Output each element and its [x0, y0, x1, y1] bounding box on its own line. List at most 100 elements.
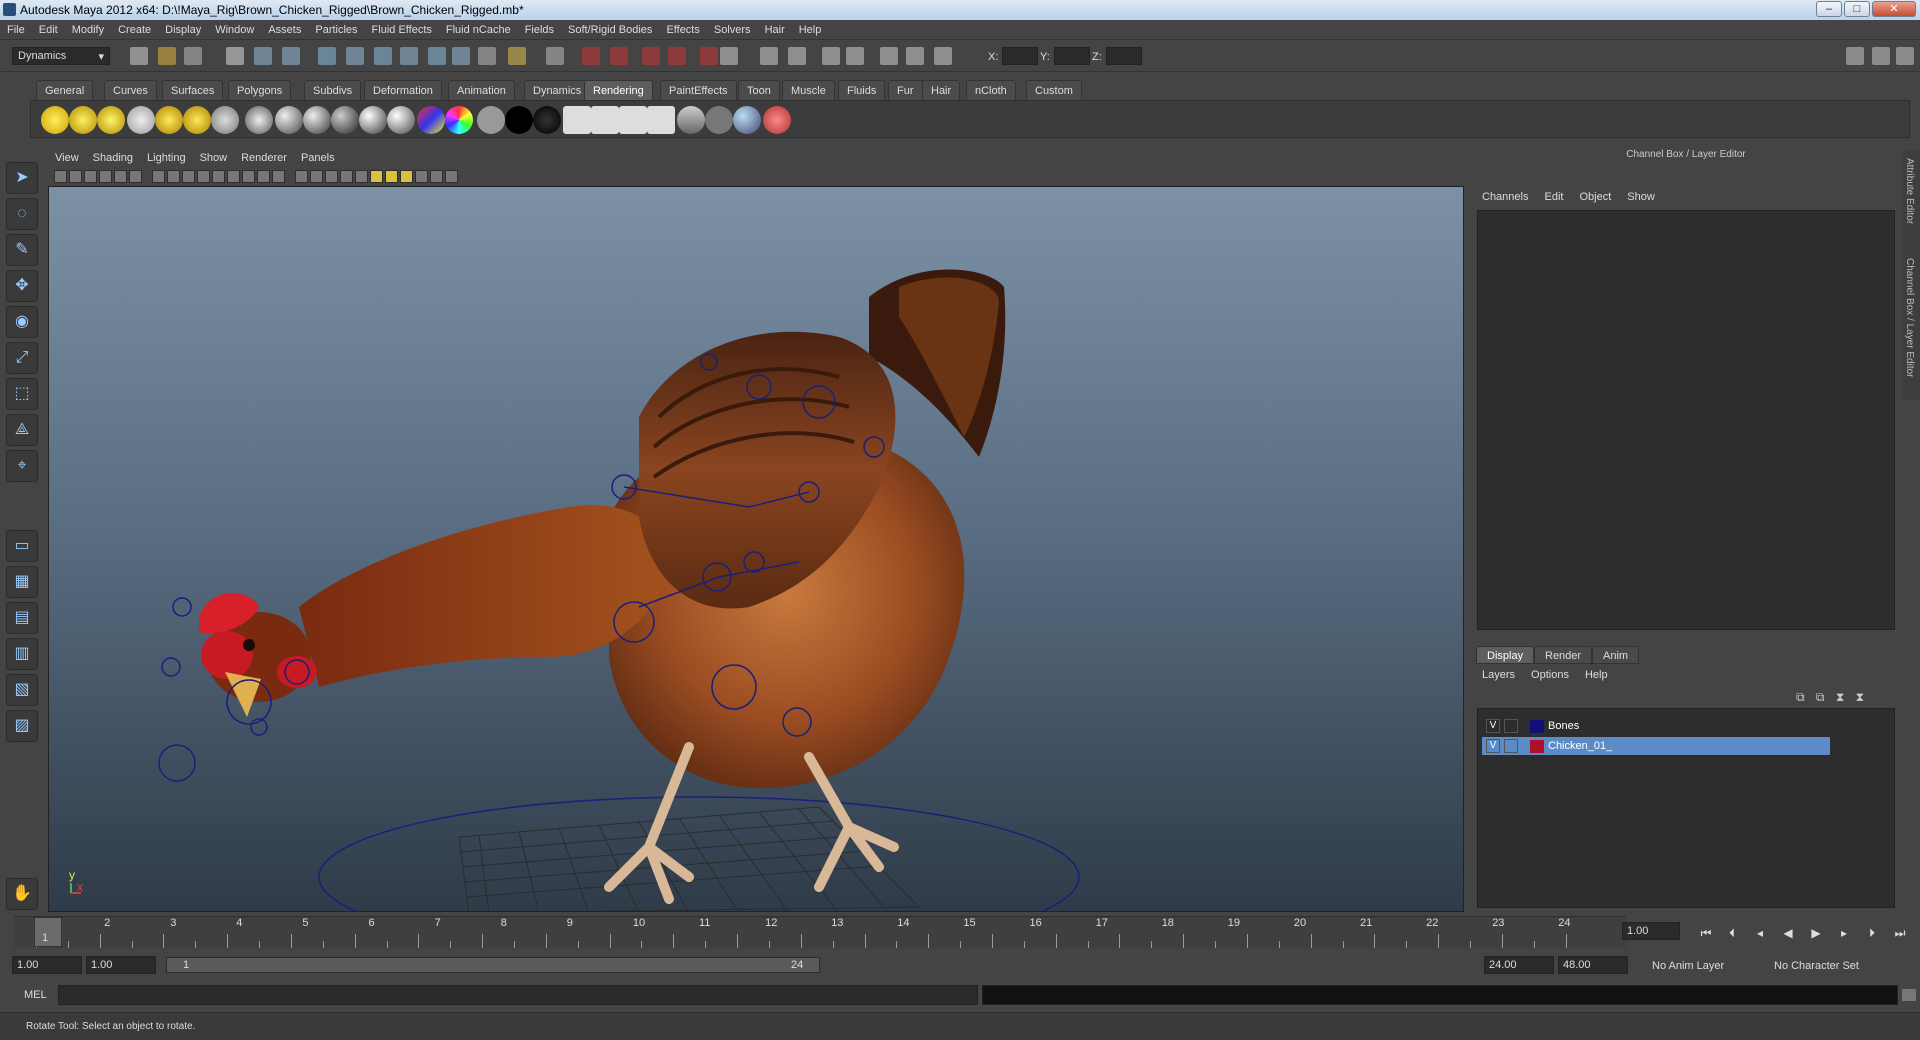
menu-particles[interactable]: Particles: [308, 20, 364, 40]
paint-icon[interactable]: [763, 106, 791, 134]
minimize-button[interactable]: –: [1816, 1, 1842, 17]
menu-create[interactable]: Create: [111, 20, 158, 40]
viewport-tool-icon[interactable]: [212, 170, 225, 183]
status-tool-icon[interactable]: [546, 47, 564, 65]
status-tool-icon[interactable]: [720, 47, 738, 65]
shelf-tab-hair[interactable]: Hair: [922, 80, 961, 100]
status-tool-icon[interactable]: [934, 47, 952, 65]
close-button[interactable]: ✕: [1872, 1, 1916, 17]
layer-menu-layers[interactable]: Layers: [1474, 666, 1523, 684]
blinn-icon[interactable]: [303, 106, 331, 134]
layer-visibility-toggle[interactable]: V: [1486, 719, 1500, 733]
viewport-tool-icon[interactable]: [99, 170, 112, 183]
shelf-tab-dynamics[interactable]: Dynamics: [524, 80, 591, 100]
viewport-tool-icon[interactable]: [370, 170, 383, 183]
status-tool-icon[interactable]: [346, 47, 364, 65]
playback-start-field[interactable]: 1.00: [86, 956, 156, 974]
viewport-tool-icon[interactable]: [295, 170, 308, 183]
new-layer-icon[interactable]: ⧉: [1796, 690, 1805, 704]
channel-box-menu-edit[interactable]: Edit: [1536, 188, 1571, 206]
status-tool-icon[interactable]: [254, 47, 272, 65]
layer-tab-display[interactable]: Display: [1476, 646, 1535, 664]
show-manip-tool-icon[interactable]: ⌖: [6, 450, 38, 482]
shelf-tab-curves[interactable]: Curves: [104, 80, 157, 100]
viewport-tool-icon[interactable]: [272, 170, 285, 183]
channel-box-tab[interactable]: Channel Box / Layer Editor: [1904, 258, 1915, 378]
channel-box-menu-channels[interactable]: Channels: [1474, 188, 1536, 206]
layout-four-icon[interactable]: ▦: [6, 566, 38, 598]
status-tool-icon[interactable]: [788, 47, 806, 65]
layer-display-type-toggle[interactable]: [1504, 719, 1518, 733]
use-background-icon[interactable]: [505, 106, 533, 134]
viewport-tool-icon[interactable]: [400, 170, 413, 183]
y-field[interactable]: [1054, 47, 1090, 65]
viewport-tool-icon[interactable]: [227, 170, 240, 183]
viewport-tool-icon[interactable]: [84, 170, 97, 183]
layer-row[interactable]: V Bones: [1482, 717, 1830, 735]
menu-modify[interactable]: Modify: [65, 20, 111, 40]
character-set-dropdown[interactable]: No Character Set: [1774, 960, 1859, 972]
shelf-tab-muscle[interactable]: Muscle: [782, 80, 835, 100]
viewport-tool-icon[interactable]: [129, 170, 142, 183]
move-up-icon[interactable]: ⧗: [1836, 690, 1844, 704]
start-time-field[interactable]: 1.00: [12, 956, 82, 974]
shelf-tab-subdivs[interactable]: Subdivs: [304, 80, 362, 100]
layer-color-swatch[interactable]: [1530, 740, 1544, 753]
layout-outliner-icon[interactable]: ▤: [6, 602, 38, 634]
layer-visibility-toggle[interactable]: V: [1486, 739, 1500, 753]
shelf-tab-deformation[interactable]: Deformation: [364, 80, 442, 100]
menu-edit[interactable]: Edit: [32, 20, 65, 40]
directional-light-icon[interactable]: [69, 106, 97, 134]
status-tool-icon[interactable]: [400, 47, 418, 65]
viewport-menu-lighting[interactable]: Lighting: [140, 150, 193, 166]
status-tool-icon[interactable]: [130, 47, 148, 65]
layered-shader-icon[interactable]: [417, 106, 445, 134]
scale-tool-icon[interactable]: ⤢: [6, 342, 38, 374]
batch-render-icon[interactable]: [619, 106, 647, 134]
viewport-tool-icon[interactable]: [310, 170, 323, 183]
layer-color-swatch[interactable]: [1530, 720, 1544, 733]
shading-map-icon[interactable]: [533, 106, 561, 134]
status-tool-icon[interactable]: [226, 47, 244, 65]
anisotropic-icon[interactable]: [275, 106, 303, 134]
viewport-tool-icon[interactable]: [257, 170, 270, 183]
viewport-tool-icon[interactable]: [430, 170, 443, 183]
new-layer-selected-icon[interactable]: ⧉: [1816, 690, 1825, 704]
shelf-tab-fluids[interactable]: Fluids: [838, 80, 886, 100]
menu-fluid-ncache[interactable]: Fluid nCache: [439, 20, 518, 40]
status-tool-icon[interactable]: [846, 47, 864, 65]
status-tool-icon[interactable]: [374, 47, 392, 65]
move-down-icon[interactable]: ⧗: [1856, 690, 1864, 704]
shelf-tab-polygons[interactable]: Polygons: [228, 80, 292, 100]
viewport-tool-icon[interactable]: [54, 170, 67, 183]
status-tool-icon[interactable]: [880, 47, 898, 65]
status-tool-icon[interactable]: [700, 47, 718, 65]
status-tool-icon[interactable]: [184, 47, 202, 65]
hand-icon[interactable]: ✋: [6, 878, 38, 910]
shelf-tab-custom[interactable]: Custom: [1026, 80, 1082, 100]
ramp-shader-icon[interactable]: [445, 106, 473, 134]
viewport-tool-icon[interactable]: [445, 170, 458, 183]
viewport-tool-icon[interactable]: [325, 170, 338, 183]
script-editor-icon[interactable]: [1902, 989, 1916, 1001]
layer-menu-options[interactable]: Options: [1523, 666, 1577, 684]
shelf-tab-fur[interactable]: Fur: [888, 80, 923, 100]
go-to-end-icon[interactable]: ⏭: [1890, 924, 1910, 942]
ipr-icon[interactable]: [705, 106, 733, 134]
panel-toggle-icon[interactable]: [1896, 47, 1914, 65]
menu-solvers[interactable]: Solvers: [707, 20, 758, 40]
menu-fields[interactable]: Fields: [518, 20, 561, 40]
channel-box-area[interactable]: [1477, 210, 1895, 630]
layout-hypershade-icon[interactable]: ▧: [6, 674, 38, 706]
status-tool-icon[interactable]: [508, 47, 526, 65]
channel-box-menu-show[interactable]: Show: [1619, 188, 1663, 206]
status-tool-icon[interactable]: [478, 47, 496, 65]
lasso-tool-icon[interactable]: ◌: [6, 198, 38, 230]
camera-icon[interactable]: [245, 106, 273, 134]
viewport-3d[interactable]: y x: [48, 186, 1464, 912]
surface-shader-icon[interactable]: [477, 106, 505, 134]
step-forward-key-icon[interactable]: ⏵: [1862, 924, 1882, 942]
ambient-light-icon[interactable]: [41, 106, 69, 134]
menu-fluid-effects[interactable]: Fluid Effects: [365, 20, 439, 40]
viewport-tool-icon[interactable]: [340, 170, 353, 183]
